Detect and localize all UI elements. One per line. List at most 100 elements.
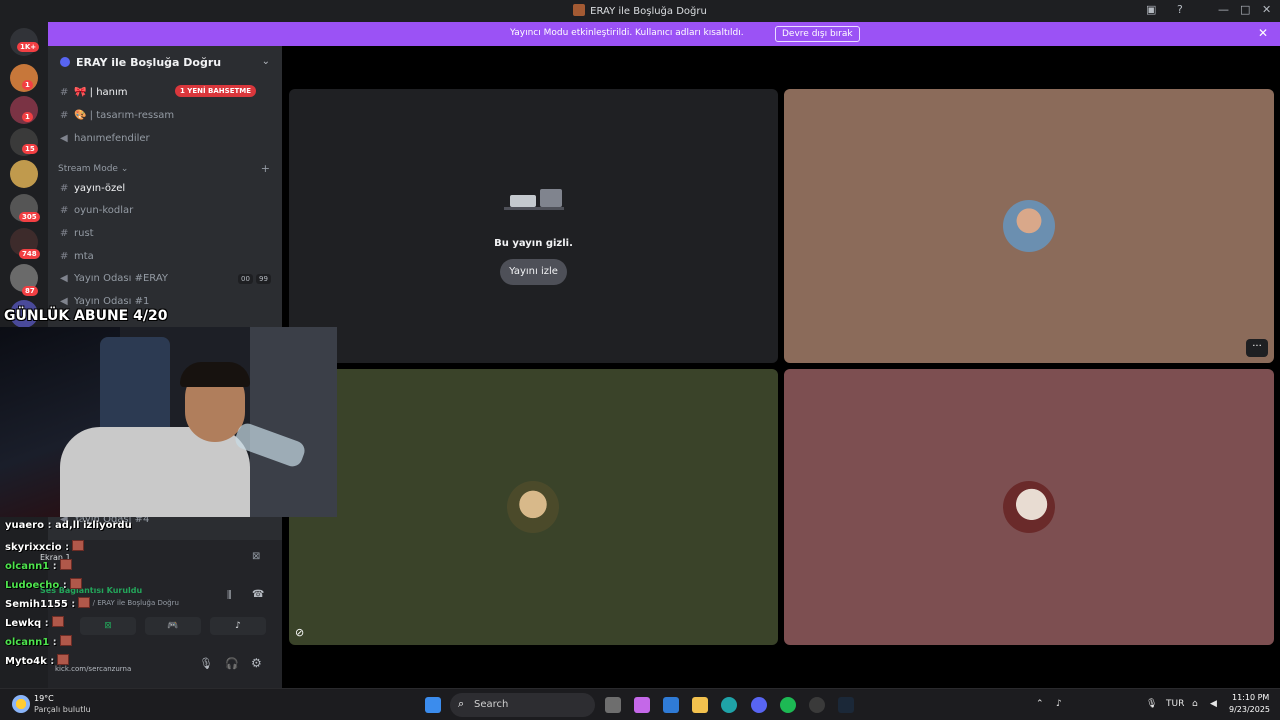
help-icon[interactable]: ? [1177,3,1183,16]
input-language[interactable]: TUR [1166,699,1184,709]
edge-icon[interactable] [721,697,737,713]
channel-item[interactable]: # 🎀 | hanım [60,87,128,98]
hash-icon: # [60,228,69,239]
taskbar-search[interactable]: ⌕ Search [450,693,595,717]
voice-channel-item[interactable]: ◀ Yayın Odası #ERAY [60,273,168,284]
channel-item[interactable]: # rust [60,228,94,239]
emote-icon [59,635,72,646]
chat-message: Semih1155 : [5,597,91,610]
clock-date[interactable]: 9/23/2025 [1229,705,1270,714]
minimize-icon[interactable]: — [1218,3,1229,16]
weather-icon[interactable] [12,695,30,713]
channel-item[interactable]: # 🎨 | tasarım-ressam [60,110,174,121]
add-channel-icon[interactable]: + [261,162,270,175]
server-badge: 15 [22,144,38,154]
more-options-icon[interactable]: ··· [1246,339,1268,357]
screen-share-button[interactable]: ⊠ [80,617,136,635]
inbox-icon[interactable]: ▣ [1146,3,1156,16]
channel-item[interactable]: # mta [60,251,94,262]
chat-message: olcann1 : [5,559,72,572]
maximize-icon[interactable]: □ [1240,3,1250,16]
server-header[interactable]: ERAY ile Boşluğa Doğru [60,56,221,69]
emote-icon [57,654,70,665]
stream-off-icon[interactable]: ⊘ [295,626,304,639]
palette-icon: 🎨 [74,110,87,121]
settings-gear-icon[interactable]: ⚙ [251,656,262,670]
noise-suppression-icon[interactable]: ⫼ [227,590,232,601]
store-icon[interactable] [663,697,679,713]
streamer-mode-banner: Yayıncı Modu etkinleştirildi. Kullanıcı … [48,22,1280,46]
stream-hidden-icon [504,185,564,211]
server-boost-icon [60,57,70,67]
voice-channel-item[interactable]: ◀ Yayın Odası #1 [60,296,149,307]
participant-tile[interactable]: ··· [784,89,1274,363]
window-title: ERAY ile Boşluğa Doğru [0,4,1280,17]
weather-temp[interactable]: 19°C [34,694,54,703]
tray-overflow-icon[interactable]: ⌃ [1036,699,1044,709]
tray-microphone-icon[interactable]: 🎙 [1146,699,1157,709]
hash-icon: # [60,87,69,98]
windows-start-icon[interactable] [425,697,441,713]
microphone-icon[interactable]: 🎙 [199,657,213,670]
emote-icon [72,540,85,551]
voice-location[interactable]: 2 / ERAY ile Boşluğa Doğru [86,599,179,607]
voice-user-count: 00 [238,274,253,284]
server-badge: 87 [22,286,38,296]
network-icon[interactable]: ⌂ [1192,699,1198,709]
disconnect-icon[interactable]: ☎ [252,589,264,600]
channel-item[interactable]: # oyun-kodlar [60,205,133,216]
emote-icon [51,616,64,627]
channel-item[interactable]: # yayın-özel [60,183,125,194]
server-badge: 1 [22,112,33,122]
chat-message: olcann1 : [5,635,72,648]
chat-message: skyrixxcio : [5,540,85,553]
server-badge: 748 [19,249,40,259]
speaker-icon: ◀ [60,273,68,284]
steam-icon[interactable] [838,697,854,713]
participant-tile[interactable] [784,369,1274,645]
voice-channel-item[interactable]: ◀ hanımefendiler [60,133,150,144]
hidden-stream-tile[interactable]: Bu yayın gizli. Yayını izle [289,89,778,363]
webcam-overlay [0,327,337,517]
ribbon-icon: 🎀 [74,87,87,98]
disable-streamer-mode-button[interactable]: Devre dışı bırak [775,26,860,42]
server-icon[interactable] [10,160,38,188]
obs-icon[interactable] [809,697,825,713]
subscriber-goal: GÜNLÜK ABUNE 4/20 [4,308,168,324]
banner-message: Yayıncı Modu etkinleştirildi. Kullanıcı … [510,28,744,38]
emote-icon [59,559,72,570]
chat-message: Myto4k : [5,654,70,667]
participant-avatar [1003,200,1055,252]
participant-tile[interactable]: ⊘ [289,369,778,645]
mention-badge[interactable]: 1 YENİ BAHSETME [175,85,257,97]
server-badge: 305 [19,212,40,222]
hidden-stream-text: Bu yayın gizli. [494,238,573,249]
clock-time[interactable]: 11:10 PM [1232,693,1269,702]
taskbar: 19°C Parçalı bulutlu ⌕ Search ⌃ ♪ 🎙 TUR … [0,688,1280,720]
participant-avatar [507,481,559,533]
app-icon [573,4,586,16]
activity-button[interactable]: 🎮 [145,617,201,635]
category-header[interactable]: Stream Mode ⌄ [58,164,128,174]
search-input[interactable]: Search [474,699,508,710]
speaker-icon[interactable]: ◀ [1210,699,1217,709]
emote-icon [69,578,82,589]
chevron-down-icon[interactable]: ⌄ [262,56,270,67]
tray-volume-icon[interactable]: ♪ [1056,699,1062,709]
task-view-icon[interactable] [605,697,621,713]
soundboard-button[interactable]: ♪ [210,617,266,635]
chat-message: Ludoecho : [5,578,82,591]
chat-message: Lewkq : [5,616,64,629]
spotify-icon[interactable] [780,697,796,713]
banner-close-icon[interactable]: ✕ [1258,26,1268,40]
stop-screen-share-icon[interactable]: ⊠ [252,551,260,562]
hash-icon: # [60,251,69,262]
headphones-icon[interactable]: 🎧 [225,657,239,670]
copilot-icon[interactable] [634,697,650,713]
close-window-icon[interactable]: ✕ [1262,3,1271,16]
weather-desc[interactable]: Parçalı bulutlu [34,705,91,714]
discord-icon[interactable] [751,697,767,713]
home-badge: 1K+ [17,42,40,52]
watch-stream-button[interactable]: Yayını izle [500,259,567,285]
file-explorer-icon[interactable] [692,697,708,713]
